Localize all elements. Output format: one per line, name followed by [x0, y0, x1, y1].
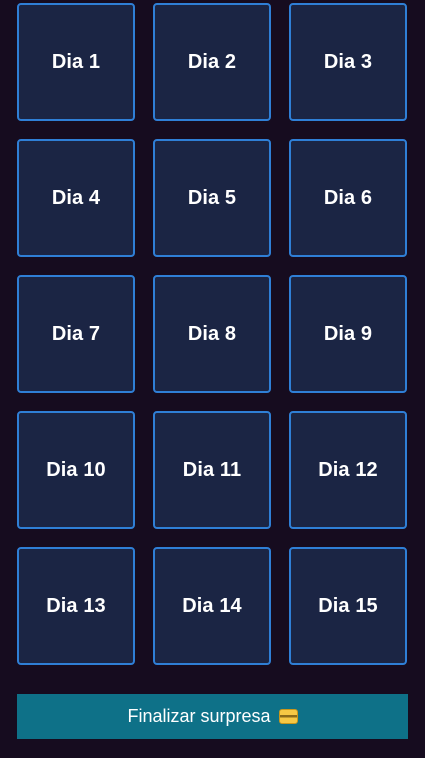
day-label: Dia 4	[51, 186, 101, 209]
day-grid: Dia 1 Dia 2 Dia 3 Dia 4 Dia 5 Dia 6 Dia …	[17, 3, 407, 665]
day-card-6[interactable]: Dia 6	[289, 139, 407, 257]
day-card-4[interactable]: Dia 4	[17, 139, 135, 257]
day-card-14[interactable]: Dia 14	[153, 547, 271, 665]
day-label: Dia 15	[318, 594, 378, 617]
day-label: Dia 6	[323, 186, 373, 209]
day-card-9[interactable]: Dia 9	[289, 275, 407, 393]
day-card-3[interactable]: Dia 3	[289, 3, 407, 121]
day-card-5[interactable]: Dia 5	[153, 139, 271, 257]
day-label: Dia 9	[323, 322, 373, 345]
finish-button-label: Finalizar surpresa	[127, 706, 271, 726]
day-label: Dia 8	[187, 322, 237, 345]
day-label: Dia 14	[182, 594, 242, 617]
day-card-8[interactable]: Dia 8	[153, 275, 271, 393]
day-label: Dia 3	[323, 50, 373, 73]
day-card-11[interactable]: Dia 11	[153, 411, 271, 529]
finish-surprise-button[interactable]: Finalizar surpresa	[17, 694, 408, 739]
day-card-7[interactable]: Dia 7	[17, 275, 135, 393]
day-label: Dia 7	[51, 322, 101, 345]
day-label: Dia 10	[46, 458, 106, 481]
day-label: Dia 12	[318, 458, 378, 481]
day-label: Dia 11	[182, 458, 242, 481]
day-card-1[interactable]: Dia 1	[17, 3, 135, 121]
day-label: Dia 13	[46, 594, 106, 617]
day-label: Dia 2	[187, 50, 237, 73]
credit-card-icon	[278, 709, 298, 724]
day-card-15[interactable]: Dia 15	[289, 547, 407, 665]
day-card-2[interactable]: Dia 2	[153, 3, 271, 121]
day-card-10[interactable]: Dia 10	[17, 411, 135, 529]
day-card-12[interactable]: Dia 12	[289, 411, 407, 529]
day-label: Dia 5	[187, 186, 237, 209]
day-label: Dia 1	[51, 50, 101, 73]
day-card-13[interactable]: Dia 13	[17, 547, 135, 665]
